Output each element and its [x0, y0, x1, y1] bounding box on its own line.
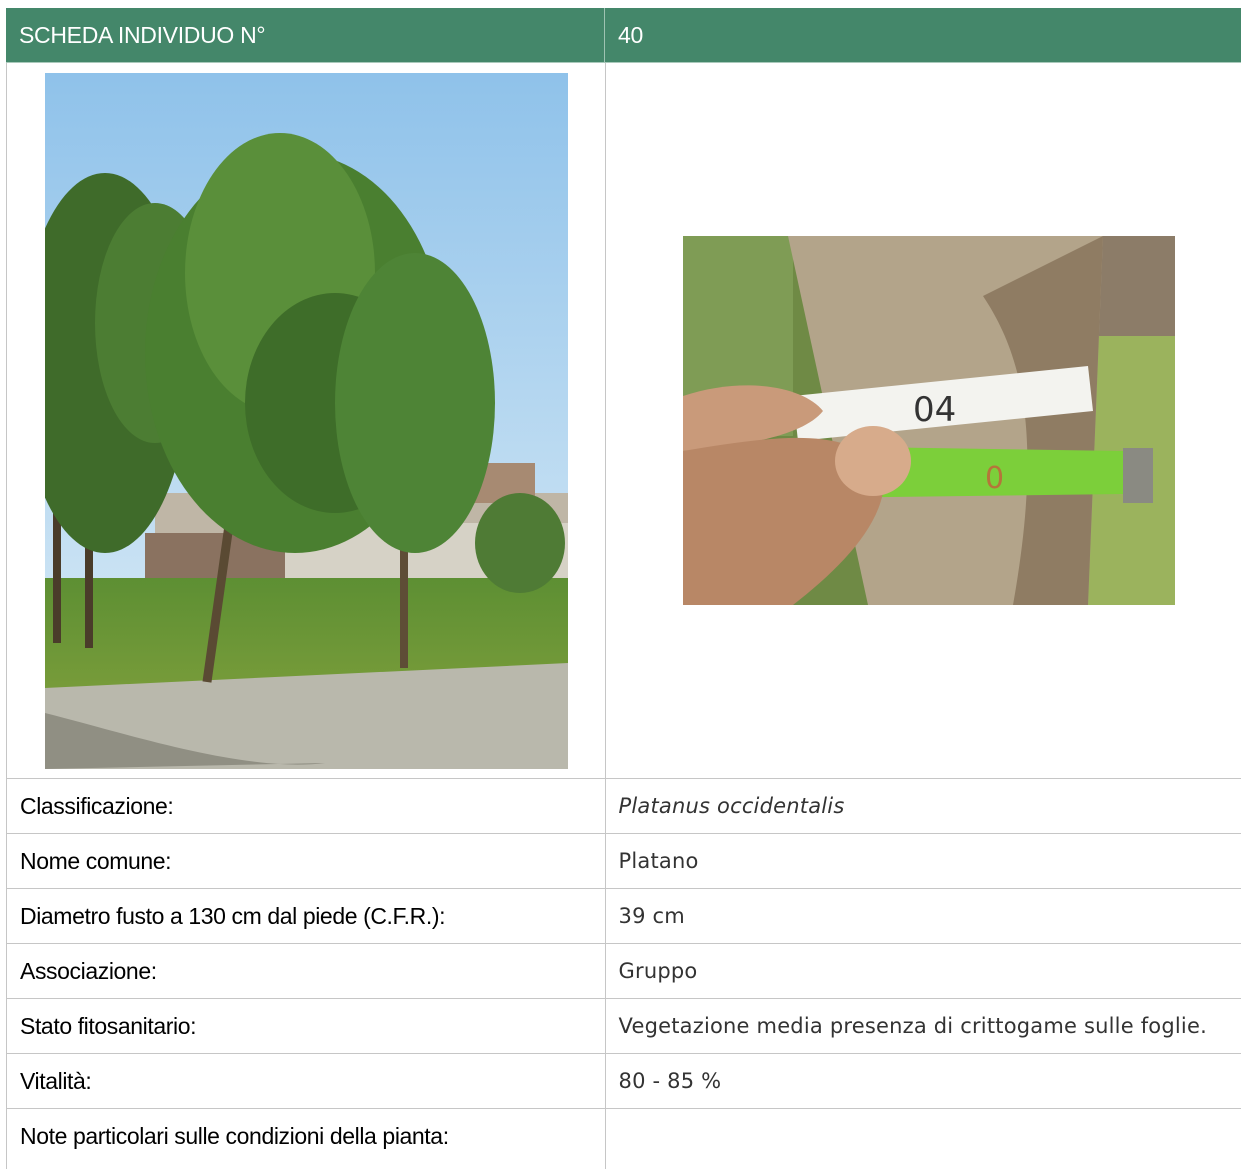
field-label: Nome comune: [20, 848, 172, 874]
header-label: SCHEDA INDIVIDUO N° [19, 22, 266, 48]
field-label: Stato fitosanitario: [20, 1013, 197, 1039]
field-label: Diametro fusto a 130 cm dal piede (C.F.R… [20, 903, 446, 929]
svg-text:0: 0 [985, 461, 1004, 496]
trunk-photo-cell: 04 0 [606, 63, 1241, 778]
trunk-measure-photo: 04 0 [682, 236, 1175, 605]
row-diametro: Diametro fusto a 130 cm dal piede (C.F.R… [6, 889, 1241, 944]
row-vitalita: Vitalità: 80 - 85 % [6, 1054, 1241, 1109]
field-value: 80 - 85 % [618, 1069, 722, 1093]
field-label: Classificazione: [20, 793, 174, 819]
field-value: 39 cm [618, 904, 685, 928]
row-stato-fitosanitario: Stato fitosanitario: Vegetazione media p… [6, 999, 1241, 1054]
field-value: Platanus occidentalis [618, 794, 845, 818]
row-nome-comune: Nome comune: Platano [6, 834, 1241, 889]
tree-record-card: SCHEDA INDIVIDUO N° 40 04 0 Classificazi… [6, 8, 1241, 1169]
row-associazione: Associazione: Gruppo [6, 944, 1241, 999]
field-value: Gruppo [618, 959, 698, 983]
row-note: Note particolari sulle condizioni della … [6, 1109, 1241, 1169]
field-label: Vitalità: [20, 1068, 92, 1094]
field-value: Vegetazione media presenza di crittogame… [618, 1014, 1207, 1038]
photos-row: 04 0 [6, 63, 1241, 779]
tree-photo [45, 73, 568, 769]
field-label: Note particolari sulle condizioni della … [20, 1123, 449, 1149]
header-number-cell: 40 [605, 8, 1241, 62]
header-label-cell: SCHEDA INDIVIDUO N° [6, 8, 605, 62]
record-number: 40 [618, 22, 643, 48]
row-classificazione: Classificazione: Platanus occidentalis [6, 779, 1241, 834]
tape-number: 04 [913, 390, 956, 430]
field-label: Associazione: [20, 958, 157, 984]
tree-photo-cell [7, 63, 606, 778]
record-header: SCHEDA INDIVIDUO N° 40 [6, 8, 1241, 63]
field-value: Platano [618, 849, 699, 873]
